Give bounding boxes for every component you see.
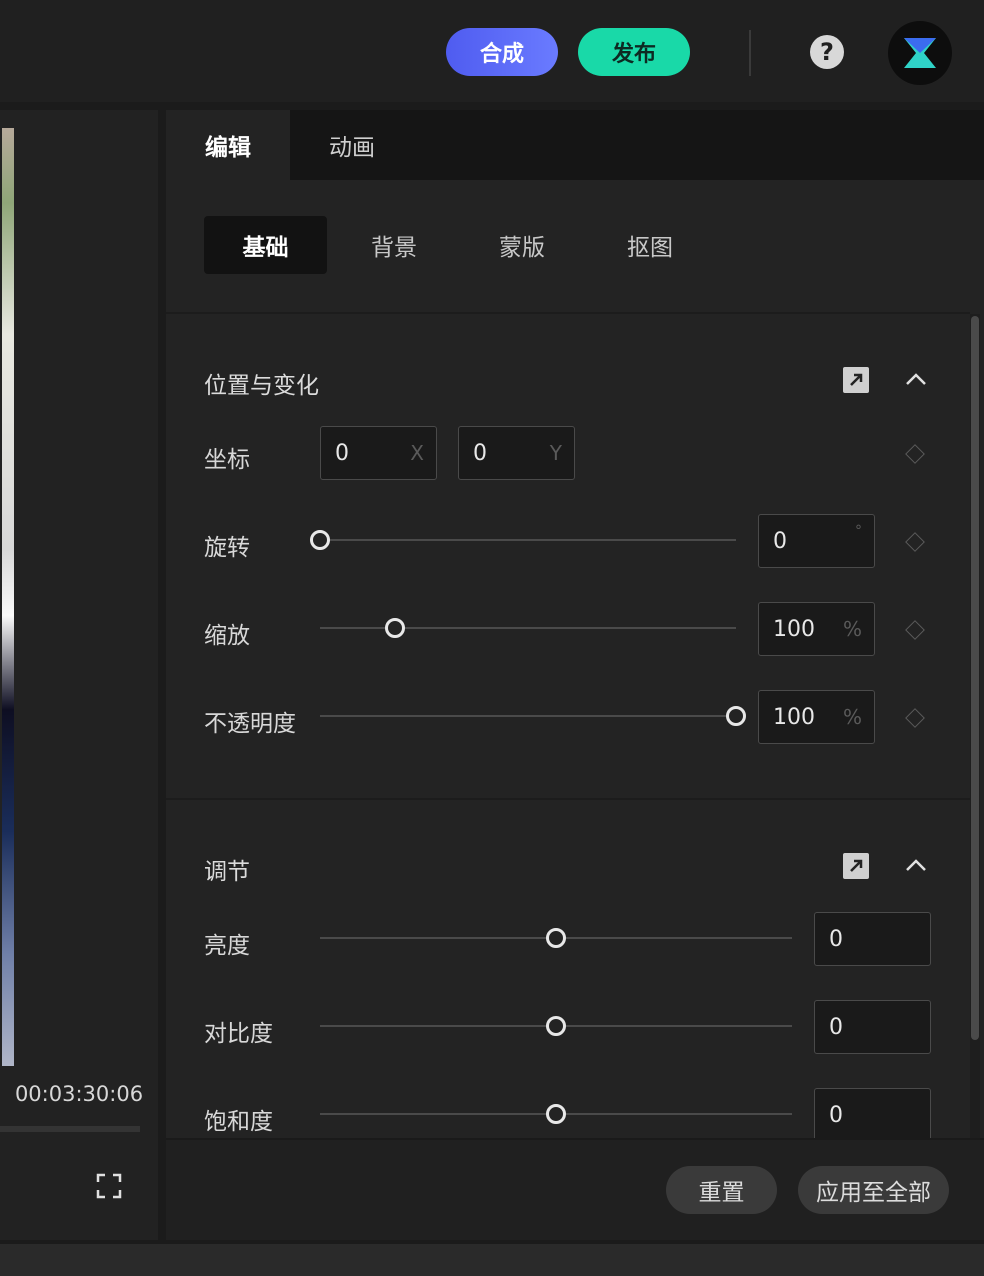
scale-slider[interactable] [320,618,736,638]
brightness-value: 0 [829,926,843,952]
saturation-label: 饱和度 [204,1109,273,1135]
position-label: 坐标 [204,447,250,473]
rotation-slider-handle[interactable] [310,530,330,550]
opacity-input[interactable]: 100 % [758,690,875,744]
brightness-slider-handle[interactable] [546,928,566,948]
saturation-value: 0 [829,1102,843,1128]
divider [166,798,970,800]
position-x-value: 0 [335,440,349,466]
rotation-label: 旋转 [204,535,250,561]
rotation-slider[interactable] [310,530,736,550]
opacity-slider[interactable] [320,706,746,726]
reset-button[interactable]: 重置 [666,1166,777,1214]
subtab-basic[interactable]: 基础 [204,216,327,274]
preview-image-edge [2,128,14,1066]
percent-unit: % [842,617,862,641]
contrast-input[interactable]: 0 [814,1000,931,1054]
app-logo-avatar[interactable] [888,21,952,85]
position-y-input[interactable]: 0 Y [458,426,575,480]
brightness-label: 亮度 [204,933,250,959]
brightness-input[interactable]: 0 [814,912,931,966]
position-x-input[interactable]: 0 X [320,426,437,480]
compose-button[interactable]: 合成 [446,28,558,76]
timeline-progress-bar[interactable] [0,1126,140,1132]
publish-button[interactable]: 发布 [578,28,690,76]
contrast-slider[interactable] [320,1016,792,1036]
scale-slider-handle[interactable] [384,618,405,638]
bottom-bar [0,1244,984,1276]
position-y-value: 0 [473,440,487,466]
topbar-divider [749,30,751,76]
brightness-slider[interactable] [320,928,792,948]
opacity-value: 100 [773,704,815,730]
scale-label: 缩放 [204,623,250,649]
external-link-icon[interactable] [843,853,869,879]
contrast-value: 0 [829,1014,843,1040]
help-icon[interactable]: ? [810,35,844,69]
apply-to-all-button[interactable]: 应用至全部 [798,1166,949,1214]
subtab-background[interactable]: 背景 [340,216,448,274]
saturation-input[interactable]: 0 [814,1088,931,1142]
rotation-input[interactable]: 0 ° [758,514,875,568]
scale-value: 100 [773,616,815,642]
subtab-cutout[interactable]: 抠图 [596,216,704,274]
opacity-label: 不透明度 [204,711,296,737]
collapse-chevron-icon[interactable] [904,368,928,392]
scale-input[interactable]: 100 % [758,602,875,656]
contrast-slider-handle[interactable] [546,1016,566,1036]
percent-unit: % [842,705,862,729]
tab-animation[interactable]: 动画 [290,110,414,180]
x-unit: X [410,441,424,465]
section-title-adjust: 调节 [204,859,250,885]
timecode: 00:03:30:06 [14,1082,144,1106]
panel-scrollbar-thumb[interactable] [971,316,979,1040]
contrast-label: 对比度 [204,1021,273,1047]
degree-unit: ° [855,523,862,539]
subtab-mask[interactable]: 蒙版 [468,216,576,274]
opacity-slider-handle[interactable] [726,706,746,726]
preview-column [0,110,158,1240]
saturation-slider[interactable] [320,1104,792,1124]
saturation-slider-handle[interactable] [546,1104,566,1124]
tab-edit[interactable]: 编辑 [166,110,290,180]
y-unit: Y [549,441,562,465]
collapse-chevron-icon[interactable] [904,854,928,878]
rotation-value: 0 [773,528,787,554]
hourglass-logo-icon [904,38,936,68]
section-title-transform: 位置与变化 [204,373,319,399]
external-link-icon[interactable] [843,367,869,393]
divider [166,312,970,314]
fullscreen-icon[interactable] [96,1173,122,1199]
properties-panel [166,110,984,1240]
